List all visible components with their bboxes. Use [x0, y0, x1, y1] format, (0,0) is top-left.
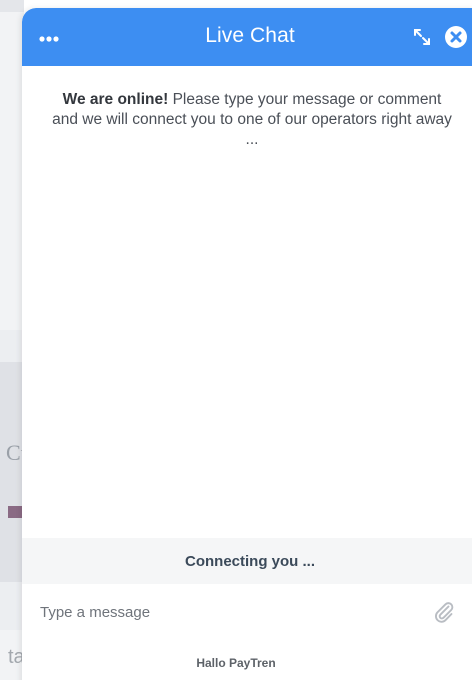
live-chat-widget: Live Chat We are online! Please type you… [22, 8, 472, 680]
expand-icon [414, 29, 430, 45]
connection-status-text: Connecting you ... [185, 552, 315, 570]
chat-title: Live Chat [205, 24, 295, 47]
close-circle-icon [445, 26, 467, 48]
expand-button[interactable] [410, 25, 434, 49]
chat-header: Live Chat [22, 8, 472, 66]
paperclip-icon [434, 602, 454, 623]
brand-footer: Hallo PayTren [196, 656, 276, 670]
background-card [0, 362, 24, 582]
close-button[interactable] [444, 25, 468, 49]
message-input-row [22, 584, 472, 640]
message-input[interactable] [40, 598, 410, 626]
background-top-strip [0, 0, 24, 12]
page: Cu ta Live Chat [0, 0, 472, 680]
connection-status: Connecting you ... [22, 538, 472, 584]
welcome-strong-text: We are online! [62, 91, 169, 108]
welcome-message: We are online! Please type your message … [52, 90, 452, 150]
background-website: Cu ta [0, 0, 24, 680]
attach-button[interactable] [432, 600, 456, 624]
